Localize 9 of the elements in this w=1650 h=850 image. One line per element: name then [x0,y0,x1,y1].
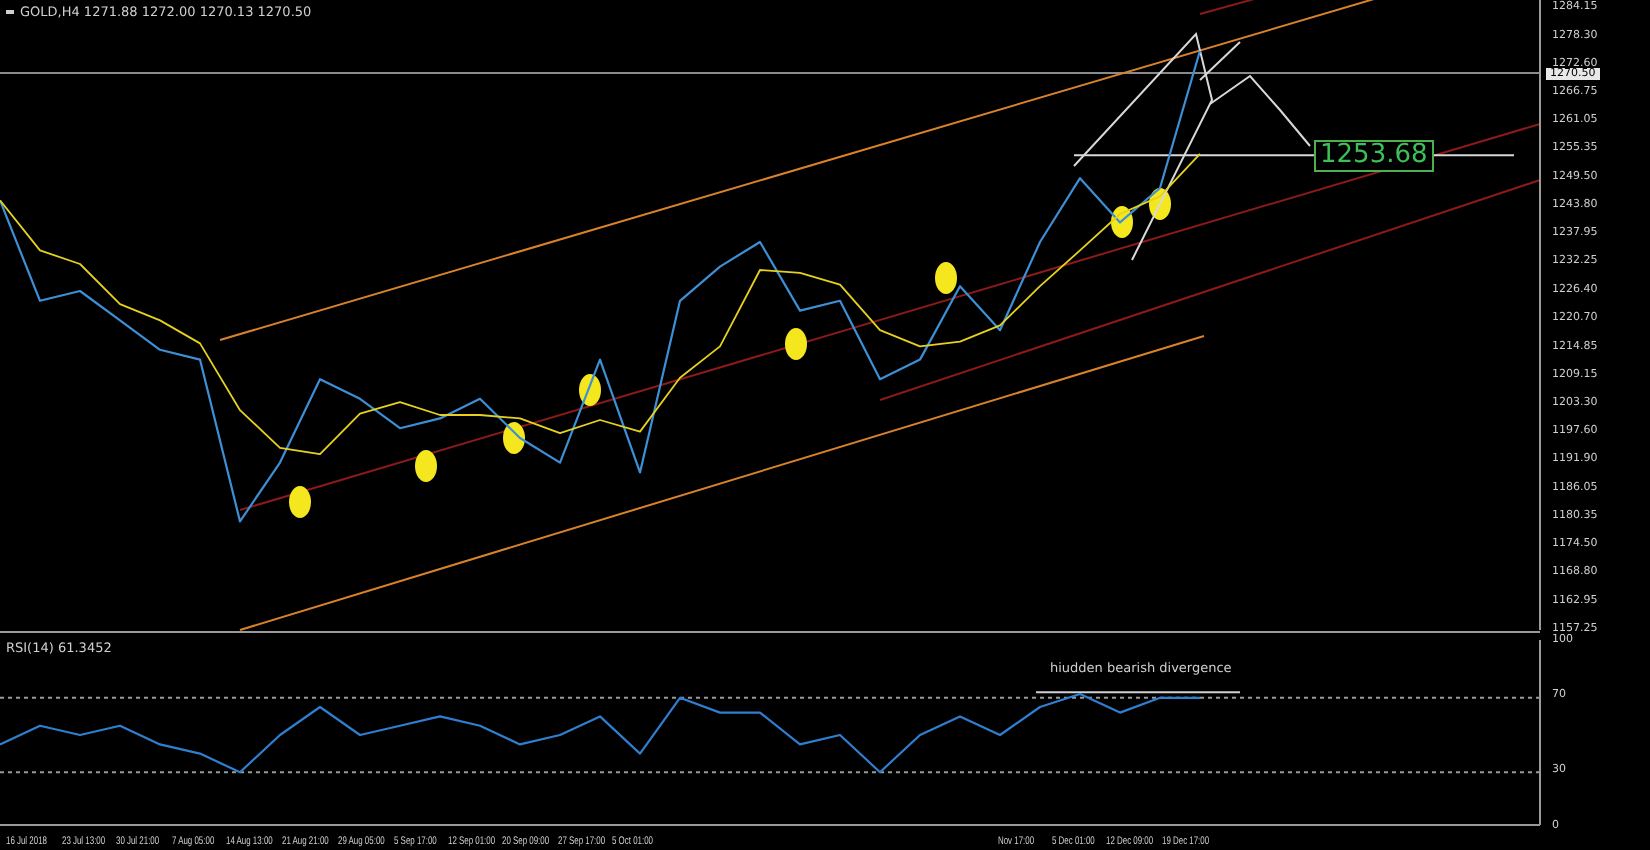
highlight-ellipse [579,374,601,406]
highlight-ellipse [415,450,437,482]
highlight-ellipse [503,422,525,454]
highlight-ellipse [935,262,957,294]
highlight-ellipse [1111,206,1133,238]
highlight-ellipse [289,486,311,518]
highlight-ellipse [785,328,807,360]
highlight-ellipse [1149,188,1171,220]
target-price-tag: 1253.68 [1314,139,1434,172]
